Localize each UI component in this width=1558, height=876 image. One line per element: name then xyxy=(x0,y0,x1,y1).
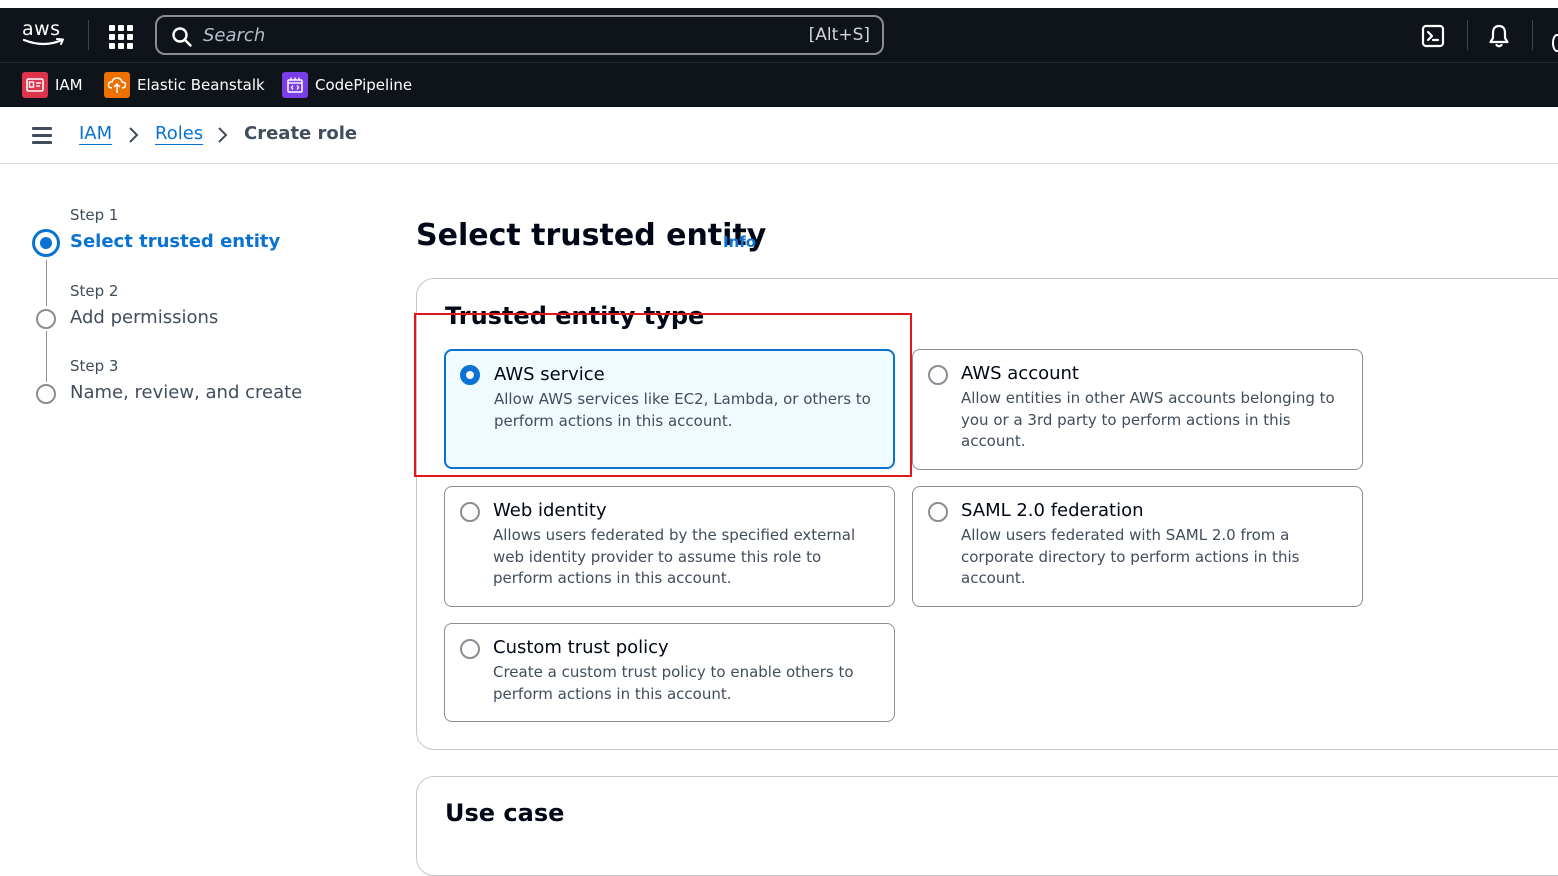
search-bar[interactable]: Search [Alt+S] xyxy=(155,15,884,55)
tile-aws-service[interactable]: AWS service Allow AWS services like EC2,… xyxy=(444,349,895,469)
tile-web-identity[interactable]: Web identity Allows users federated by t… xyxy=(444,486,895,607)
step-2-title: Add permissions xyxy=(70,307,219,328)
step-connector xyxy=(46,260,47,306)
step-2-label: Step 2 xyxy=(70,282,119,300)
page-title: Select trusted entity xyxy=(416,218,767,253)
step-3-indicator xyxy=(36,384,56,404)
notifications-bell-icon[interactable] xyxy=(1487,23,1511,49)
nav-divider xyxy=(88,20,89,50)
iam-icon xyxy=(22,72,48,98)
settings-icon[interactable] xyxy=(1552,34,1558,52)
breadcrumb-create-role: Create role xyxy=(244,123,358,144)
breadcrumb-iam[interactable]: IAM xyxy=(79,123,112,144)
step-connector xyxy=(46,331,47,382)
tile-description: Allow users federated with SAML 2.0 from… xyxy=(961,526,1300,588)
radio-aws-account[interactable] xyxy=(928,365,948,385)
top-strip xyxy=(0,0,1558,8)
tile-description: Create a custom trust policy to enable o… xyxy=(493,663,854,703)
step-1-indicator xyxy=(32,229,60,257)
favorite-elastic-beanstalk[interactable]: Elastic Beanstalk xyxy=(104,72,265,98)
info-link[interactable]: Info xyxy=(723,233,756,251)
step-3-title: Name, review, and create xyxy=(70,382,303,403)
elastic-beanstalk-icon xyxy=(104,72,130,98)
radio-custom-trust-policy[interactable] xyxy=(460,639,480,659)
tile-description: Allow entities in other AWS accounts bel… xyxy=(961,389,1335,451)
tile-saml-federation[interactable]: SAML 2.0 federation Allow users federate… xyxy=(912,486,1363,607)
nav-divider xyxy=(1532,20,1533,50)
tile-name: Web identity xyxy=(493,500,607,521)
tile-description: Allow AWS services like EC2, Lambda, or … xyxy=(494,390,871,430)
chevron-right-icon xyxy=(129,127,139,143)
favorite-label: CodePipeline xyxy=(315,76,413,94)
aws-logo-text: aws xyxy=(22,18,61,40)
menu-hamburger-icon[interactable] xyxy=(32,127,52,144)
tile-name: Custom trust policy xyxy=(493,637,669,658)
tile-name: AWS account xyxy=(961,363,1079,384)
favorites-bar: IAM Elastic Beanstalk CodePipeline xyxy=(0,62,1558,107)
tile-aws-account[interactable]: AWS account Allow entities in other AWS … xyxy=(912,349,1363,470)
tile-name: SAML 2.0 federation xyxy=(961,500,1144,521)
tile-custom-trust-policy[interactable]: Custom trust policy Create a custom trus… xyxy=(444,623,895,722)
favorite-label: IAM xyxy=(55,76,83,94)
use-case-title: Use case xyxy=(445,799,565,827)
breadcrumb-roles[interactable]: Roles xyxy=(155,123,203,144)
aws-smile-icon xyxy=(22,38,64,46)
nav-divider xyxy=(1467,20,1468,50)
services-grid-icon[interactable] xyxy=(109,25,133,49)
radio-aws-service[interactable] xyxy=(460,365,480,385)
tile-description: Allows users federated by the specified … xyxy=(493,526,856,588)
favorite-label: Elastic Beanstalk xyxy=(137,76,265,94)
favorite-codepipeline[interactable]: CodePipeline xyxy=(282,72,412,98)
step-1-label: Step 1 xyxy=(70,206,119,224)
breadcrumb-bar: IAM Roles Create role xyxy=(0,107,1558,164)
step-2-indicator xyxy=(36,309,56,329)
step-1-title[interactable]: Select trusted entity xyxy=(70,231,280,252)
radio-saml-federation[interactable] xyxy=(928,502,948,522)
search-icon xyxy=(172,27,192,47)
search-shortcut: [Alt+S] xyxy=(808,25,870,45)
search-placeholder: Search xyxy=(203,25,266,46)
use-case-container xyxy=(416,776,1558,876)
radio-web-identity[interactable] xyxy=(460,502,480,522)
tile-name: AWS service xyxy=(494,364,605,385)
codepipeline-icon xyxy=(282,72,308,98)
cloudshell-icon[interactable] xyxy=(1421,24,1445,48)
favorite-iam[interactable]: IAM xyxy=(22,72,83,98)
top-navigation: aws Search [Alt+S] xyxy=(0,8,1558,62)
step-3-label: Step 3 xyxy=(70,357,119,375)
trusted-entity-type-title: Trusted entity type xyxy=(445,302,705,330)
chevron-right-icon xyxy=(218,127,228,143)
aws-logo[interactable]: aws xyxy=(22,18,68,52)
